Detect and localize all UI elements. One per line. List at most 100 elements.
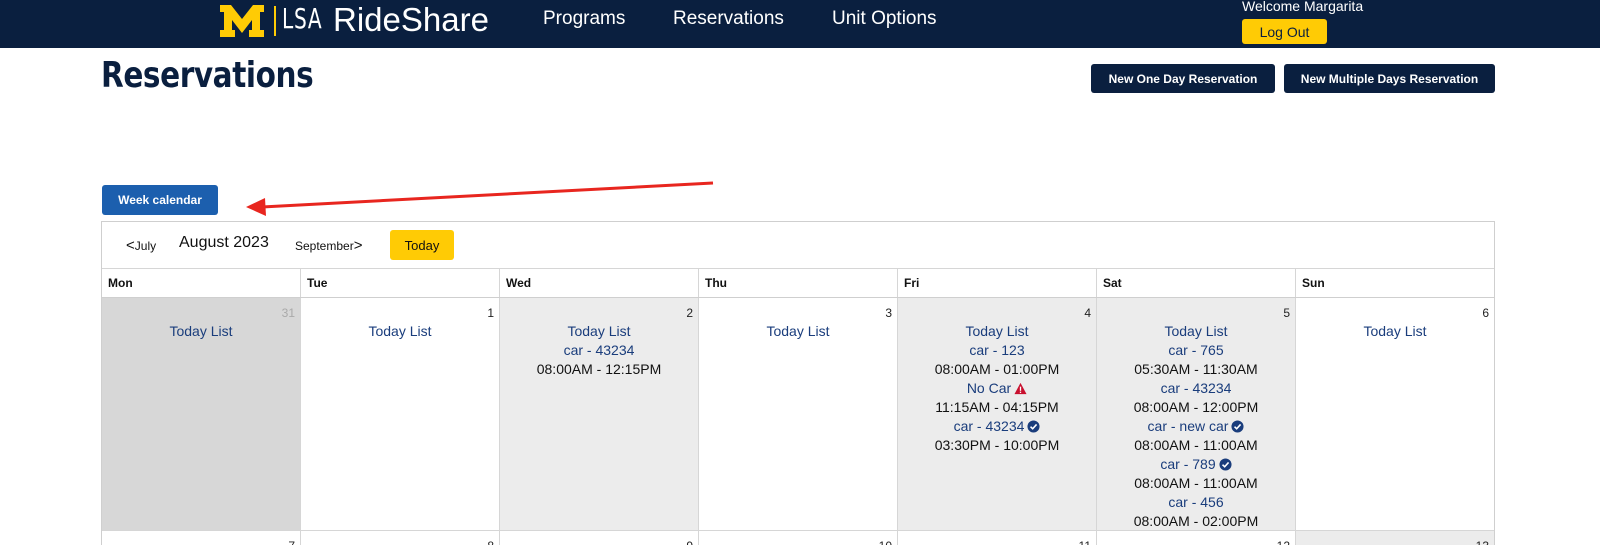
today-list-link[interactable]: Today List <box>500 322 698 341</box>
warning-icon <box>1014 381 1027 395</box>
prev-month-label: July <box>134 239 157 253</box>
prev-month-link[interactable]: <July <box>126 237 156 254</box>
reservation-car-link[interactable]: car - 43234 <box>898 417 1096 436</box>
event-text: Today List <box>965 323 1029 339</box>
day-number: 12 <box>1277 537 1290 545</box>
check-circle-icon <box>1231 419 1244 433</box>
calendar-week-row: 31 Today List 1 Today List 2 Today List car - … <box>102 298 1494 531</box>
event-text: car - 789 <box>1160 456 1216 472</box>
day-events: Today List <box>1296 298 1494 341</box>
event-text: 08:00AM - 11:00AM <box>1134 437 1258 453</box>
reservation-time: 11:15AM - 04:15PM <box>898 398 1096 417</box>
event-text: 08:00AM - 01:00PM <box>934 361 1060 377</box>
reservation-time: 08:00AM - 12:00PM <box>1097 398 1295 417</box>
day-number: 31 <box>281 306 295 320</box>
day-cell[interactable]: 12 <box>1097 531 1296 545</box>
day-cell[interactable]: 13 <box>1296 531 1494 545</box>
today-list-link[interactable]: Today List <box>301 322 499 341</box>
reservation-car-link[interactable]: car - 43234 <box>500 341 698 360</box>
reservation-car-link[interactable]: car - new car <box>1097 417 1295 436</box>
reservation-time: 03:30PM - 10:00PM <box>898 436 1096 455</box>
today-list-link[interactable]: Today List <box>898 322 1096 341</box>
event-text: Today List <box>1363 323 1427 339</box>
event-text: car - new car <box>1147 418 1229 434</box>
event-text: 03:30PM - 10:00PM <box>934 437 1060 453</box>
day-cell[interactable]: 10 <box>699 531 898 545</box>
day-cell[interactable]: 6 Today List <box>1296 298 1494 531</box>
event-text: Today List <box>1164 323 1228 339</box>
weekday-header: Mon <box>102 269 301 297</box>
day-number: 9 <box>686 537 693 545</box>
chevron-right-icon: > <box>353 237 363 254</box>
weekday-header: Sat <box>1097 269 1296 297</box>
event-text: car - 43234 <box>563 342 635 358</box>
reservation-time: 08:00AM - 11:00AM <box>1097 474 1295 493</box>
day-cell[interactable]: 7 <box>102 531 301 545</box>
day-events: Today List car - 123 08:00AM - 01:00PM No C… <box>898 298 1096 455</box>
weekday-header: Sun <box>1302 276 1325 290</box>
day-number: 5 <box>1283 306 1290 320</box>
reservation-car-link[interactable]: car - 43234 <box>1097 379 1295 398</box>
reservation-car-link[interactable]: car - 765 <box>1097 341 1295 360</box>
event-text: 08:00AM - 12:00PM <box>1133 399 1259 415</box>
today-list-link[interactable]: Today List <box>1296 322 1494 341</box>
chevron-left-icon: < <box>126 237 135 254</box>
day-cell[interactable]: 1 Today List <box>301 298 500 531</box>
day-events: Today List car - 43234 08:00AM - 12:15PM <box>500 298 698 379</box>
event-text: car - 456 <box>1168 494 1224 510</box>
day-number: 6 <box>1482 306 1489 320</box>
weekday-header: Tue <box>301 269 500 297</box>
event-text: No Car <box>966 380 1012 396</box>
today-list-link[interactable]: Today List <box>102 322 300 341</box>
reservation-car-link[interactable]: car - 123 <box>898 341 1096 360</box>
day-number: 4 <box>1084 306 1091 320</box>
day-number: 8 <box>487 537 494 545</box>
today-button[interactable]: Today <box>390 230 454 260</box>
event-text: car - 123 <box>969 342 1025 358</box>
event-text: Today List <box>766 323 830 339</box>
day-cell[interactable]: 5 Today List car - 765 05:30AM - 11:30AM car… <box>1097 298 1296 531</box>
event-text: Today List <box>567 323 631 339</box>
today-list-link[interactable]: Today List <box>699 322 897 341</box>
day-cell[interactable]: 11 <box>898 531 1097 545</box>
weekday-header: Thu <box>699 269 898 297</box>
reservation-time: 08:00AM - 12:15PM <box>500 360 698 379</box>
event-text: 08:00AM - 11:00AM <box>1134 475 1258 491</box>
event-text: car - 43234 <box>1160 380 1232 396</box>
calendar-toolbar: <July August 2023 September> Today <box>102 222 1494 269</box>
day-number: 3 <box>885 306 892 320</box>
reservation-car-link[interactable]: No Car <box>898 379 1096 398</box>
next-month-label: September <box>295 239 354 253</box>
day-cell[interactable]: 2 Today List car - 43234 08:00AM - 12:15PM <box>500 298 699 531</box>
day-cell[interactable]: 8 <box>301 531 500 545</box>
next-month-link[interactable]: September> <box>295 237 362 254</box>
current-month-label: August 2023 <box>179 234 269 251</box>
day-events: Today List <box>301 298 499 341</box>
day-number: 10 <box>879 537 892 545</box>
reservation-car-link[interactable]: car - 789 <box>1097 455 1295 474</box>
event-text: 08:00AM - 02:00PM <box>1133 513 1259 529</box>
day-cell[interactable]: 31 Today List <box>102 298 301 531</box>
month-calendar: <July August 2023 September> Today Mon T… <box>101 221 1495 545</box>
weekday-header: Wed <box>500 269 699 297</box>
reservation-time: 08:00AM - 01:00PM <box>898 360 1096 379</box>
today-list-link[interactable]: Today List <box>1097 322 1295 341</box>
day-cell[interactable]: 4 Today List car - 123 08:00AM - 01:00PM No … <box>898 298 1097 531</box>
event-text: 05:30AM - 11:30AM <box>1134 361 1258 377</box>
reservation-time: 05:30AM - 11:30AM <box>1097 360 1295 379</box>
day-number: 13 <box>1476 537 1489 545</box>
event-text: Today List <box>368 323 432 339</box>
day-events: Today List <box>102 298 300 341</box>
day-number: 2 <box>686 306 693 320</box>
day-number: 11 <box>1079 537 1091 545</box>
calendar-week-row: 7 8 9 10 11 12 13 <box>102 531 1494 545</box>
day-cell[interactable]: 9 <box>500 531 699 545</box>
reservation-car-link[interactable]: car - 456 <box>1097 493 1295 512</box>
event-text: car - 765 <box>1168 342 1224 358</box>
reservation-time: 08:00AM - 11:00AM <box>1097 436 1295 455</box>
day-events: Today List car - 765 05:30AM - 11:30AM car … <box>1097 298 1295 531</box>
day-number: 7 <box>288 537 295 545</box>
day-cell[interactable]: 3 Today List <box>699 298 898 531</box>
event-text: Today List <box>169 323 233 339</box>
event-text: car - 43234 <box>953 418 1025 434</box>
